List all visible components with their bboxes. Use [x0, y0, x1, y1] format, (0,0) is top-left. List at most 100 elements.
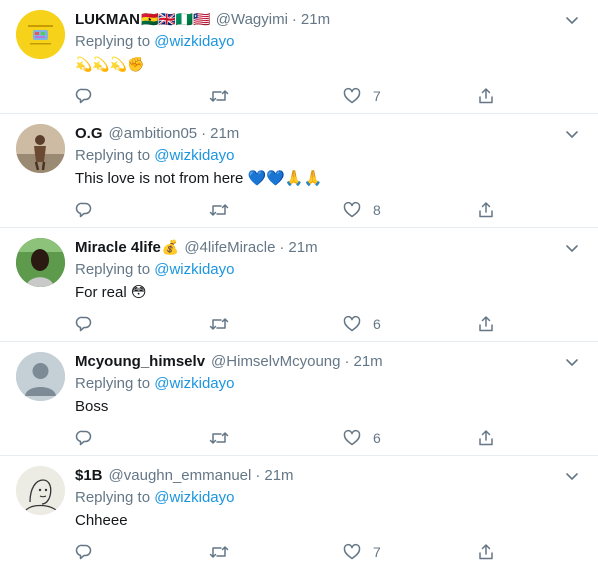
user-handle[interactable]: @vaughn_emmanuel [109, 466, 252, 486]
chevron-down-icon[interactable] [562, 352, 582, 372]
retweet-icon [209, 546, 229, 558]
retweet-icon [209, 318, 229, 330]
display-name[interactable]: O.G [75, 124, 103, 144]
like-button[interactable]: 7 [343, 542, 477, 562]
avatar[interactable] [16, 466, 65, 515]
avatar[interactable] [16, 352, 65, 401]
replying-to: Replying to @wizkidayo [75, 260, 582, 280]
chevron-down-icon[interactable] [562, 10, 582, 30]
like-button[interactable]: 8 [343, 200, 477, 220]
display-name[interactable]: $1B [75, 466, 103, 486]
like-count: 8 [373, 202, 381, 218]
retweet-button[interactable] [209, 86, 343, 106]
like-count: 7 [373, 544, 381, 560]
share-button[interactable] [477, 542, 507, 562]
separator-dot: · [291, 11, 297, 28]
retweet-button[interactable] [209, 200, 343, 220]
replying-to-label: Replying to [75, 147, 151, 164]
replying-to-label: Replying to [75, 261, 151, 278]
replying-to: Replying to @wizkidayo [75, 146, 582, 166]
tweet-actions: 8 [75, 200, 507, 220]
reply-button[interactable] [75, 86, 209, 106]
share-button[interactable] [477, 200, 507, 220]
tweet[interactable]: $1B @vaughn_emmanuel · 21m Replying to @… [0, 456, 598, 569]
chevron-down-icon[interactable] [562, 466, 582, 486]
tweet-actions: 7 [75, 86, 507, 106]
separator-dot: · [279, 239, 285, 256]
reply-feed: LUKMAN 🇬🇭🇬🇧🇳🇬🇱🇷 @Wagyimi · 21m Replying … [0, 0, 598, 569]
user-handle[interactable]: @HimselvMcyoung [211, 352, 340, 372]
timestamp[interactable]: 21m [210, 124, 239, 144]
replying-to-label: Replying to [75, 375, 151, 392]
replying-to: Replying to @wizkidayo [75, 32, 582, 52]
timestamp[interactable]: 21m [264, 466, 293, 486]
like-count: 6 [373, 316, 381, 332]
reply-button[interactable] [75, 428, 209, 448]
display-name[interactable]: LUKMAN [75, 10, 140, 30]
tweet-text: For real 😳 [75, 284, 147, 301]
share-icon [479, 544, 493, 560]
reply-button[interactable] [75, 542, 209, 562]
reply-icon [75, 202, 92, 218]
replying-to-link[interactable]: @wizkidayo [154, 489, 234, 506]
replying-to-label: Replying to [75, 33, 151, 50]
share-button[interactable] [477, 428, 507, 448]
tweet-actions: 6 [75, 428, 507, 448]
avatar[interactable] [16, 10, 65, 59]
like-icon [343, 429, 361, 446]
separator-dot: · [255, 467, 261, 484]
separator-dot: · [201, 125, 207, 142]
reply-icon [75, 316, 92, 332]
avatar[interactable] [16, 124, 65, 173]
replying-to-link[interactable]: @wizkidayo [154, 375, 234, 392]
user-handle[interactable]: @Wagyimi [216, 10, 288, 30]
like-count: 7 [373, 88, 381, 104]
replying-to: Replying to @wizkidayo [75, 488, 582, 508]
reply-button[interactable] [75, 200, 209, 220]
default-user-icon [16, 352, 65, 401]
timestamp[interactable]: 21m [301, 10, 330, 30]
like-icon [343, 543, 361, 560]
chevron-down-icon[interactable] [562, 238, 582, 258]
reply-icon [75, 430, 92, 446]
tweet[interactable]: O.G @ambition05 · 21m Replying to @wizki… [0, 114, 598, 228]
retweet-icon [209, 432, 229, 444]
sketch-avatar-icon [16, 466, 65, 515]
timestamp[interactable]: 21m [288, 238, 317, 258]
retweet-icon [209, 90, 229, 102]
retweet-button[interactable] [209, 314, 343, 334]
lukman-logo-icon [16, 10, 65, 59]
share-button[interactable] [477, 86, 507, 106]
display-name[interactable]: Mcyoung_himselv [75, 352, 205, 372]
user-handle[interactable]: @4lifeMiracle [184, 238, 275, 258]
chevron-down-icon[interactable] [562, 124, 582, 144]
replying-to-link[interactable]: @wizkidayo [154, 33, 234, 50]
retweet-icon [209, 204, 229, 216]
tweet[interactable]: Miracle 4life 💰 @4lifeMiracle · 21m Repl… [0, 228, 598, 342]
reply-icon [75, 88, 92, 104]
like-button[interactable]: 6 [343, 314, 477, 334]
like-icon [343, 87, 361, 104]
tweet-text: 💫💫💫✊ [75, 57, 145, 73]
name-emoji: 💰 [161, 240, 180, 256]
replying-to: Replying to @wizkidayo [75, 374, 582, 394]
replying-to-label: Replying to [75, 489, 151, 506]
reply-button[interactable] [75, 314, 209, 334]
tweet[interactable]: Mcyoung_himselv @HimselvMcyoung · 21m Re… [0, 342, 598, 456]
replying-to-link[interactable]: @wizkidayo [154, 261, 234, 278]
share-button[interactable] [477, 314, 507, 334]
share-icon [479, 88, 493, 104]
retweet-button[interactable] [209, 428, 343, 448]
avatar[interactable] [16, 238, 65, 287]
like-button[interactable]: 7 [343, 86, 477, 106]
reply-icon [75, 544, 92, 560]
like-icon [343, 315, 361, 332]
tweet[interactable]: LUKMAN 🇬🇭🇬🇧🇳🇬🇱🇷 @Wagyimi · 21m Replying … [0, 0, 598, 114]
like-button[interactable]: 6 [343, 428, 477, 448]
retweet-button[interactable] [209, 542, 343, 562]
replying-to-link[interactable]: @wizkidayo [154, 147, 234, 164]
display-name[interactable]: Miracle 4life [75, 238, 161, 258]
user-handle[interactable]: @ambition05 [109, 124, 198, 144]
share-icon [479, 202, 493, 218]
timestamp[interactable]: 21m [353, 352, 382, 372]
